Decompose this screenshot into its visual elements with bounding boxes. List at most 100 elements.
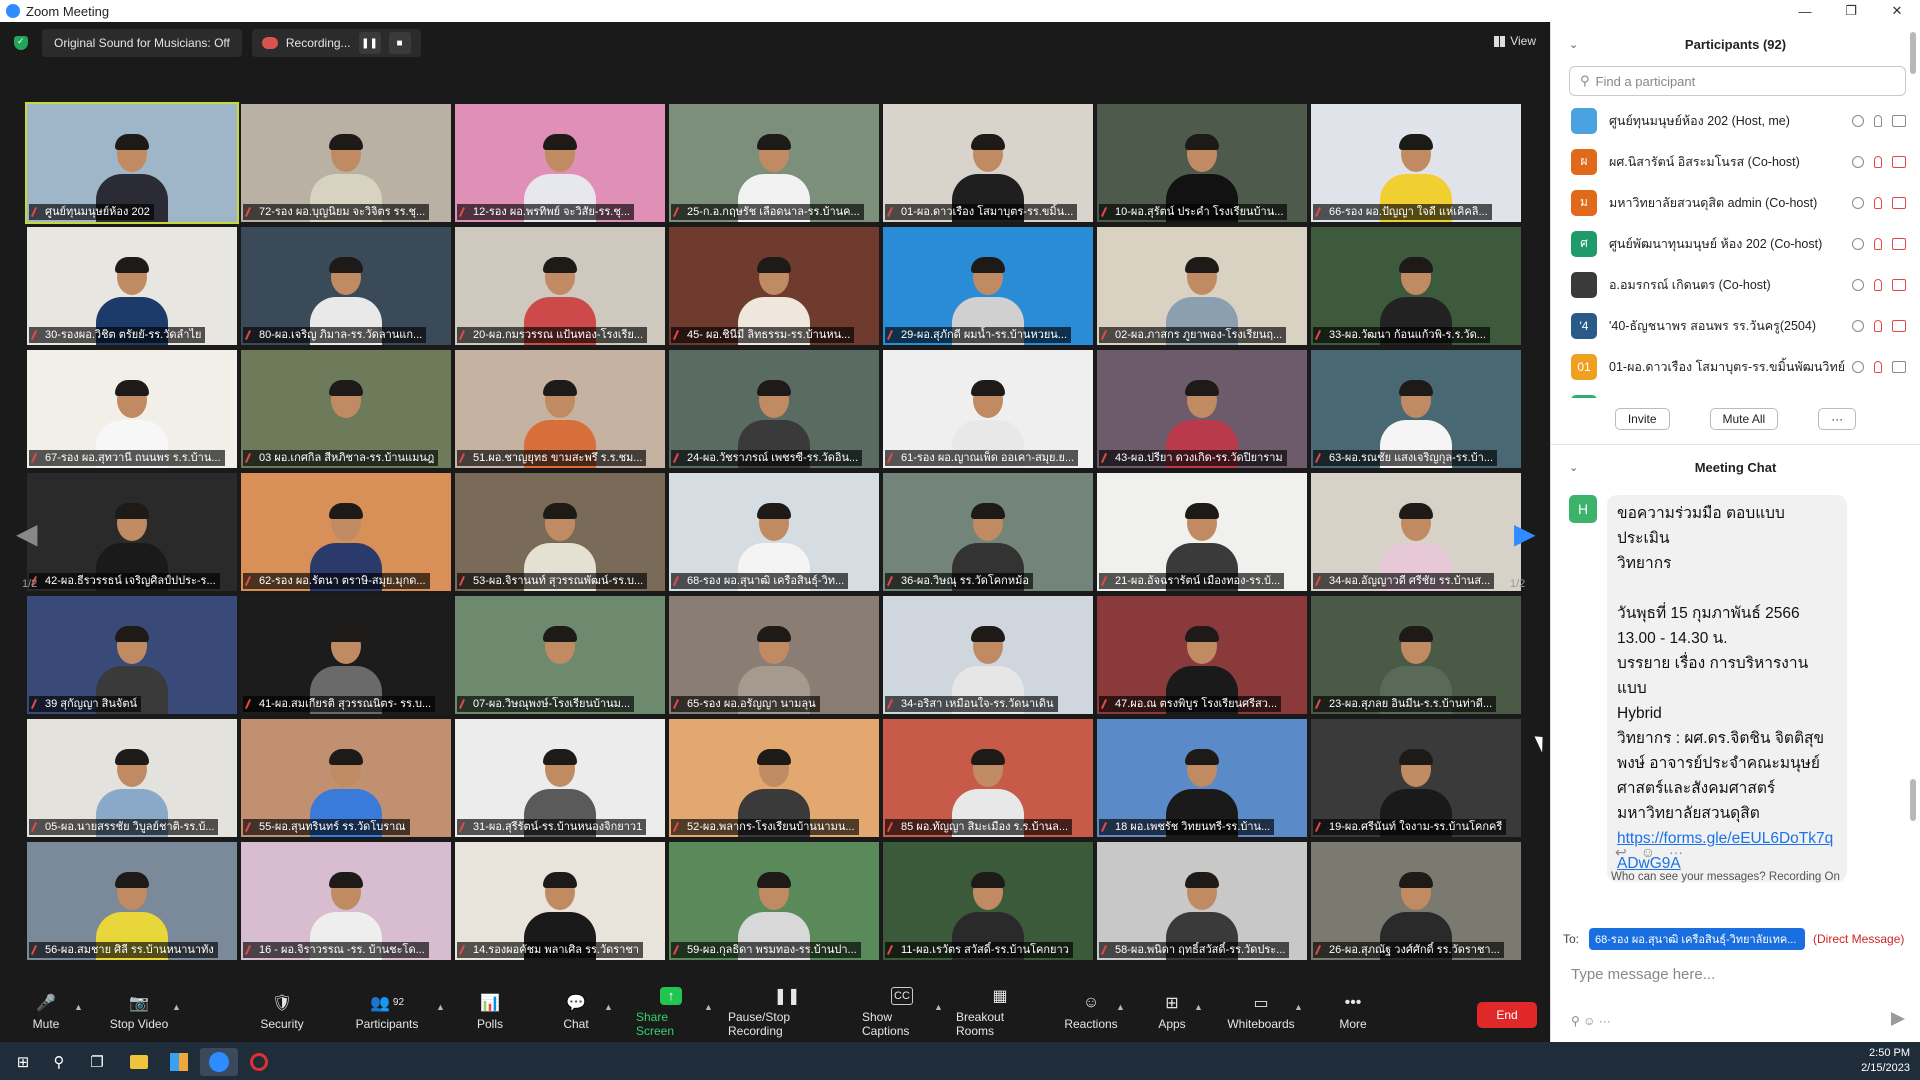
- task-view-icon[interactable]: ❐: [78, 1048, 116, 1076]
- video-tile[interactable]: 20-ผอ.กมรวรรณ แป้นทอง-โรงเรีย...: [455, 227, 665, 345]
- microphone-status-icon[interactable]: [1874, 237, 1882, 250]
- reactions-button[interactable]: ☺ Reactions: [1064, 982, 1118, 1042]
- camera-status-icon[interactable]: [1892, 114, 1906, 127]
- zoom-taskbar-icon[interactable]: [200, 1048, 238, 1076]
- collapse-chevron-icon[interactable]: ⌄: [1569, 38, 1578, 51]
- more-button[interactable]: ••• More: [1338, 982, 1368, 1042]
- participants-button[interactable]: 👥 92 Participants: [352, 982, 422, 1042]
- participant-row[interactable]: ศูนย์ทุนมนุษย์ห้อง 202 (Host, me): [1551, 100, 1920, 141]
- video-tile[interactable]: 31-ผอ.สุรีรัตน์-รร.บ้านหนองจิกยาว1: [455, 719, 665, 837]
- system-clock[interactable]: 2:50 PM 2/15/2023: [1861, 1046, 1910, 1076]
- audio-options-caret-icon[interactable]: ▲: [74, 1002, 83, 1012]
- whiteboards-options-caret-icon[interactable]: ▲: [1294, 1002, 1303, 1012]
- video-tile[interactable]: 02-ผอ.ภาสกร ภูยาพอง-โรงเรียนฤ...: [1097, 227, 1307, 345]
- end-meeting-button[interactable]: End: [1477, 1002, 1537, 1028]
- chat-collapse-chevron-icon[interactable]: ⌄: [1569, 461, 1578, 474]
- video-tile[interactable]: 34-อริสา เหมือนใจ-รร.วัดนาเดิน: [883, 596, 1093, 714]
- participants-options-caret-icon[interactable]: ▲: [436, 1002, 445, 1012]
- camera-status-icon[interactable]: [1892, 360, 1906, 373]
- video-tile[interactable]: 16 - ผอ.จิราวรรณ -รร. บ้านชะโด...: [241, 842, 451, 960]
- mute-button[interactable]: 🎤 Mute: [26, 982, 66, 1042]
- share-screen-button[interactable]: ↑ Share Screen: [636, 982, 706, 1042]
- video-tile[interactable]: 52-ผอ.พลากร-โรงเรียนบ้านนามน...: [669, 719, 879, 837]
- video-tile[interactable]: ศูนย์ทุนมนุษย์ห้อง 202: [25, 102, 239, 224]
- video-tile[interactable]: 85 ผอ.ทัญญา สิมะเมือง ร.ร.บ้านล...: [883, 719, 1093, 837]
- apps-options-caret-icon[interactable]: ▲: [1194, 1002, 1203, 1012]
- video-tile[interactable]: 18 ผอ.เพชรัช วิทยนทรี-รร.บ้าน...: [1097, 719, 1307, 837]
- participant-row[interactable]: '4 '40-ธัญชนาพร สอนพร รร.วันครู(2504): [1551, 305, 1920, 346]
- video-tile[interactable]: 33-ผอ.วัฒนา ก้อนแก้วพิ-ร.ร.วัด...: [1311, 227, 1521, 345]
- video-tile[interactable]: 72-รอง ผอ.บุญนิยม จะวิจิตร รร.ชุ...: [241, 104, 451, 222]
- invite-button[interactable]: Invite: [1614, 408, 1670, 430]
- chat-message-input[interactable]: Type message here...: [1571, 966, 1715, 983]
- participant-more-button[interactable]: ···: [1818, 408, 1857, 430]
- video-tile[interactable]: 53-ผอ.จิรานนท์ สุวรรณพัฒน์-รร.บ...: [455, 473, 665, 591]
- video-tile[interactable]: 68-รอง ผอ.สุนาฒิ เครือสินธุ์-วิท...: [669, 473, 879, 591]
- microphone-status-icon[interactable]: [1874, 196, 1882, 209]
- view-button[interactable]: View: [1494, 34, 1536, 48]
- chat-scrollbar[interactable]: [1910, 779, 1916, 821]
- red-app-taskbar-icon[interactable]: [240, 1048, 278, 1076]
- apps-button[interactable]: ⊞ Apps: [1156, 982, 1188, 1042]
- video-tile[interactable]: 47.ผอ.ณ ตรงพิบูร โรงเรียนศรีสว...: [1097, 596, 1307, 714]
- video-tile[interactable]: 24-ผอ.วัชราภรณ์ เพชรซี-รร.วัดอิน...: [669, 350, 879, 468]
- camera-status-icon[interactable]: [1892, 278, 1906, 291]
- microphone-status-icon[interactable]: [1874, 114, 1882, 127]
- video-tile[interactable]: 25-ก.อ.กฤษรัช เลือดนาล-รร.บ้านค...: [669, 104, 879, 222]
- video-tile[interactable]: 29-ผอ.สุภักดี ผมน้ำ-รร.บ้านหวยน...: [883, 227, 1093, 345]
- video-tile[interactable]: 23-ผอ.สุภลย อินมีน-ร.ร.บ้านท่าดี...: [1311, 596, 1521, 714]
- message-more-icon[interactable]: ···: [1669, 844, 1683, 861]
- whiteboards-button[interactable]: ▭ Whiteboards: [1224, 982, 1298, 1042]
- video-tile[interactable]: 45- ผอ.ชินีมี ลิทธรรม-รร.บ้านหน...: [669, 227, 879, 345]
- video-tile[interactable]: 63-ผอ.รณชัย แสงเจริญกุล-รร.บ้า...: [1311, 350, 1521, 468]
- participant-list-scrollbar[interactable]: [1910, 32, 1916, 74]
- original-sound-toggle[interactable]: Original Sound for Musicians: Off: [42, 29, 242, 57]
- encryption-shield-icon[interactable]: [14, 36, 28, 50]
- video-options-caret-icon[interactable]: ▲: [172, 1002, 181, 1012]
- next-page-arrow-icon[interactable]: ▶: [1514, 517, 1536, 550]
- maximize-button[interactable]: ❐: [1828, 0, 1874, 22]
- breakout-rooms-button[interactable]: ▦ Breakout Rooms: [956, 982, 1044, 1042]
- pause-recording-button[interactable]: ❚❚: [358, 32, 381, 54]
- video-tile[interactable]: 65-รอง ผอ.อรัญญา นามลุน: [669, 596, 879, 714]
- video-tile[interactable]: 14.รองผอคัชม พลาเศิล รร.วัดราชา: [455, 842, 665, 960]
- video-tile[interactable]: 01-ผอ.ดาวเรือง โสมาบุตร-รร.ขมิ้น...: [883, 104, 1093, 222]
- message-visibility-note[interactable]: Who can see your messages? Recording On: [1611, 871, 1840, 883]
- video-tile[interactable]: 51.ผอ.ชาญยุทธ ขามสะพรึ ร.ร.ชม...: [455, 350, 665, 468]
- microphone-status-icon[interactable]: [1874, 319, 1882, 332]
- minimize-button[interactable]: —: [1782, 0, 1828, 22]
- participant-row[interactable]: ผ ผศ.นิสารัตน์ อิสระมโนรส (Co-host): [1551, 141, 1920, 182]
- microphone-status-icon[interactable]: [1874, 155, 1882, 168]
- send-message-icon[interactable]: [1891, 1012, 1905, 1026]
- polls-button[interactable]: 📊 Polls: [472, 982, 508, 1042]
- security-button[interactable]: 🛡 Security: [256, 982, 308, 1042]
- microphone-status-icon[interactable]: [1874, 278, 1882, 291]
- participant-search-input[interactable]: ⚲ Find a participant: [1569, 66, 1906, 96]
- video-tile[interactable]: 59-ผอ.กุลธิดา พรมทอง-รร.บ้านปา...: [669, 842, 879, 960]
- stop-recording-button[interactable]: ■: [388, 32, 411, 54]
- video-tile[interactable]: 58-ผอ.พนิดา ฤทธิ์สวัสดิ์-รร.วัดประ...: [1097, 842, 1307, 960]
- video-tile[interactable]: 56-ผอ.สมชาย ศิลี รร.บ้านหนานาทัง: [27, 842, 237, 960]
- participant-row[interactable]: 01 01-ผอ.ดาวเรือง โสมาบุตร-รร.ขมิ้นพัฒนวิ…: [1551, 346, 1920, 387]
- camera-status-icon[interactable]: [1892, 196, 1906, 209]
- video-tile[interactable]: 26-ผอ.สุภณัฐ วงศ์ศักดิ์ รร.วัดราชา...: [1311, 842, 1521, 960]
- video-tile[interactable]: 03 ผอ.เกศกิล สีหภิชาล-รร.บ้านแมนฎ: [241, 350, 451, 468]
- participant-row[interactable]: ศ ศูนย์พัฒนาทุนมนุษย์ ห้อง 202 (Co-host): [1551, 223, 1920, 264]
- mute-all-button[interactable]: Mute All: [1709, 408, 1779, 430]
- video-tile[interactable]: 43-ผอ.ปรียา ดวงเกิด-รร.วัดปิยาราม: [1097, 350, 1307, 468]
- taskbar-search-icon[interactable]: ⚲: [40, 1048, 78, 1076]
- store-tiles-icon[interactable]: [160, 1048, 198, 1076]
- chat-button[interactable]: 💬 Chat: [560, 982, 592, 1042]
- share-options-caret-icon[interactable]: ▲: [704, 1002, 713, 1012]
- video-tile[interactable]: 80-ผอ.เจริญ ภิมาล-รร.วัดลานแก...: [241, 227, 451, 345]
- emoji-reaction-icon[interactable]: ☺: [1641, 844, 1655, 861]
- participant-row[interactable]: 02 02-ผอ.ภาสกร ภูยาพอง-โรงเรียนฝอมาวิทยา: [1551, 387, 1920, 398]
- video-tile[interactable]: 41-ผอ.สมเกียรติ สุวรรณนิตร- รร.บ...: [241, 596, 451, 714]
- recipient-dropdown[interactable]: 68-รอง ผอ.สุนาฒิ เครือสินธุ์-วิทยาลัยเทค…: [1589, 928, 1806, 950]
- camera-status-icon[interactable]: [1892, 319, 1906, 332]
- chat-input-tools[interactable]: ⚲ ☺ ···: [1571, 1014, 1611, 1028]
- file-explorer-icon[interactable]: [120, 1048, 158, 1076]
- reactions-options-caret-icon[interactable]: ▲: [1116, 1002, 1125, 1012]
- microphone-status-icon[interactable]: [1874, 360, 1882, 373]
- video-tile[interactable]: 67-รอง ผอ.สุทวานี ถนนพร ร.ร.บ้าน...: [27, 350, 237, 468]
